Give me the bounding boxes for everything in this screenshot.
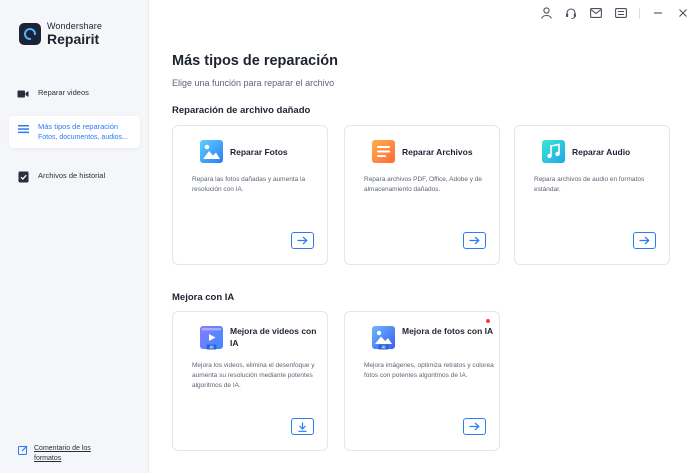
ai-badge: AI [381,344,385,349]
arrow-right-icon [469,422,480,431]
window-controls [528,6,690,20]
sidebar: Wondershare Repairit Reparar videos Más … [0,0,149,473]
download-mejora-videos-button[interactable] [291,418,314,435]
open-reparar-archivos-button[interactable] [463,232,486,249]
section-title-reparacion: Reparación de archivo dañado [172,105,311,116]
sidebar-item-label: Más tipos de reparación [38,122,119,131]
topbar-divider [639,7,640,19]
download-icon [298,422,307,432]
menu-icon[interactable] [614,6,628,20]
card-mejora-videos-ia[interactable]: AI Mejora de videos con IA Mejora los vi… [172,311,328,451]
open-reparar-fotos-button[interactable] [291,232,314,249]
card-description: Repara archivos PDF, Office, Adobe y de … [364,176,483,193]
sidebar-item-sublabel: Fotos, documentos, audios... [38,133,128,141]
logo-product: Repairit [47,31,100,47]
list-icon [17,123,29,135]
feedback-label: Comentario de los formatos [34,445,91,463]
open-mejora-fotos-button[interactable] [463,418,486,435]
photo-icon [200,140,223,163]
ai-video-icon: AI [200,326,223,350]
card-reparar-archivos[interactable]: Reparar Archivos Repara archivos PDF, Of… [344,125,500,265]
minimize-icon[interactable] [651,6,665,20]
card-title: Reparar Fotos [230,147,288,157]
arrow-right-icon [297,236,308,245]
new-indicator-dot [486,319,490,323]
open-reparar-audio-button[interactable] [633,232,656,249]
card-description: Mejora los videos, elimina el desenfoque… [192,362,315,389]
repairit-logo-icon [19,23,41,45]
sidebar-item-reparar-videos[interactable]: Reparar videos [9,82,140,106]
ai-photo-icon: AI [372,326,395,350]
music-icon [542,140,565,163]
edit-icon [18,445,28,455]
sidebar-item-label: Archivos de historial [38,171,106,180]
card-title: Reparar Audio [572,147,631,157]
card-title: Mejora de videos con IA [230,326,317,349]
mail-icon[interactable] [589,6,603,20]
sidebar-item-label: Reparar videos [38,88,89,97]
card-title: Mejora de fotos con IA [402,326,494,336]
page-subtitle: Elige una función para reparar el archiv… [172,78,335,88]
checklist-icon [17,171,29,183]
logo-company: Wondershare [47,21,102,31]
document-icon [372,140,395,163]
card-title: Reparar Archivos [402,147,473,157]
sidebar-item-archivos-historial[interactable]: Archivos de historial [9,165,140,189]
section-title-mejora: Mejora con IA [172,292,235,303]
close-icon[interactable] [676,6,690,20]
arrow-right-icon [469,236,480,245]
headset-icon[interactable] [564,6,578,20]
video-camera-icon [17,88,29,100]
card-description: Mejora imágenes, optimiza retratos y col… [364,362,494,379]
card-description: Repara las fotos dañadas y aumenta la re… [192,176,306,193]
user-icon[interactable] [539,6,553,20]
feedback-link[interactable]: Comentario de los formatos [18,444,114,464]
card-reparar-audio[interactable]: Reparar Audio Repara archivos de audio e… [514,125,670,265]
card-mejora-fotos-ia[interactable]: AI Mejora de fotos con IA Mejora imágene… [344,311,500,451]
ai-badge: AI [209,344,213,349]
card-reparar-fotos[interactable]: Reparar Fotos Repara las fotos dañadas y… [172,125,328,265]
arrow-right-icon [639,236,650,245]
sidebar-item-mas-tipos[interactable]: Más tipos de reparación Fotos, documento… [9,116,140,149]
card-description: Repara archivos de audio en formatos est… [534,176,645,193]
page-title: Más tipos de reparación [172,53,338,69]
app-logo: Wondershare Repairit [19,22,102,46]
